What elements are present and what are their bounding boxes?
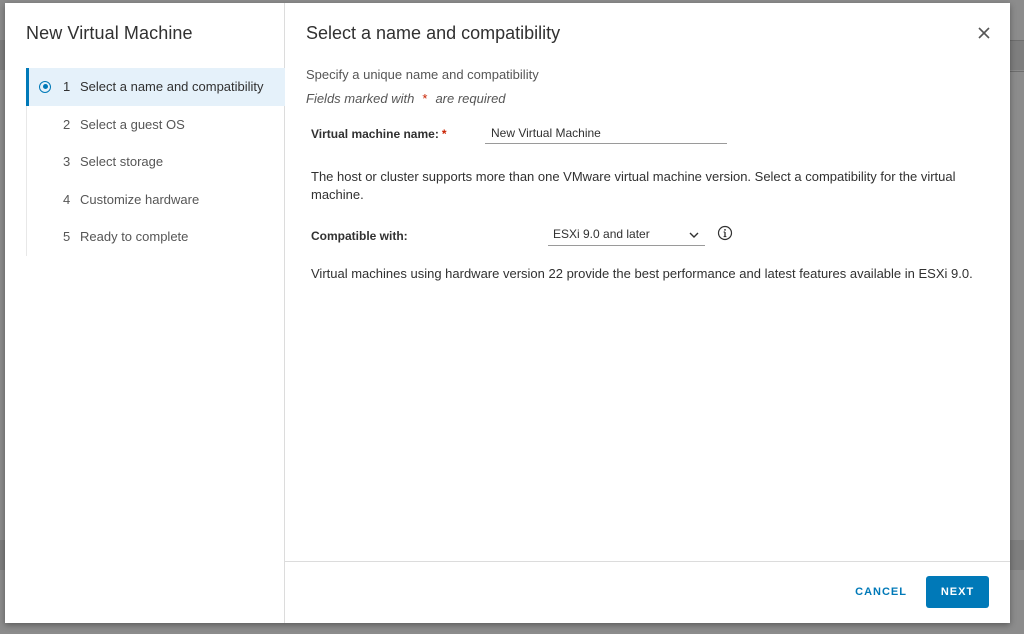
required-note-suffix: are required (435, 91, 506, 106)
compatibility-select[interactable]: ESXi 9.0 and later (548, 224, 705, 246)
vm-name-label-text: Virtual machine name: (311, 127, 439, 141)
step-number: 2 (63, 116, 71, 132)
required-star: * (441, 127, 447, 141)
step-3-storage[interactable]: 3 Select storage (27, 143, 285, 181)
step-1-name-compatibility[interactable]: 1 Select a name and compatibility (26, 68, 285, 106)
step-2-guest-os[interactable]: 2 Select a guest OS (27, 106, 285, 144)
wizard-title: New Virtual Machine (26, 23, 193, 43)
required-star: * (422, 91, 428, 106)
close-icon[interactable] (976, 25, 992, 41)
wizard-steps-panel: New Virtual Machine 1 Select a name and … (5, 3, 285, 623)
vm-name-label: Virtual machine name: * (311, 127, 447, 141)
page-title: Select a name and compatibility (306, 23, 561, 43)
step-number: 4 (63, 191, 71, 207)
required-fields-note: Fields marked with * are required (306, 91, 506, 106)
step-5-ready-to-complete[interactable]: 5 Ready to complete (27, 218, 285, 256)
cancel-button[interactable]: CANCEL (843, 576, 919, 608)
step-label: Select a name and compatibility (80, 79, 264, 95)
step-label: Select a guest OS (80, 116, 185, 132)
new-vm-wizard-dialog: New Virtual Machine 1 Select a name and … (5, 3, 1010, 623)
wizard-steps-list: 1 Select a name and compatibility 2 Sele… (26, 68, 285, 256)
hardware-version-note: Virtual machines using hardware version … (311, 266, 973, 281)
step-label: Ready to complete (80, 229, 189, 245)
radio-selected-icon (39, 80, 51, 93)
step-number: 5 (63, 229, 71, 245)
chevron-down-icon (689, 232, 699, 238)
page-subtitle: Specify a unique name and compatibility (306, 67, 539, 82)
step-number: 3 (63, 154, 71, 170)
step-4-customize-hardware[interactable]: 4 Customize hardware (27, 181, 285, 219)
step-label: Customize hardware (80, 191, 200, 207)
info-icon[interactable] (717, 225, 733, 241)
vm-name-input[interactable] (485, 122, 727, 144)
step-number: 1 (63, 79, 71, 95)
host-compatibility-description: The host or cluster supports more than o… (311, 169, 956, 202)
background-column-header (1008, 40, 1024, 72)
wizard-content-panel: Select a name and compatibility Specify … (285, 3, 1010, 623)
next-button[interactable]: NEXT (926, 576, 989, 608)
compatible-with-label: Compatible with: (311, 229, 408, 243)
wizard-footer: CANCEL NEXT (285, 561, 1010, 623)
step-label: Select storage (80, 154, 164, 170)
compatibility-select-value: ESXi 9.0 and later (553, 227, 650, 241)
required-note-prefix: Fields marked with (306, 91, 415, 106)
